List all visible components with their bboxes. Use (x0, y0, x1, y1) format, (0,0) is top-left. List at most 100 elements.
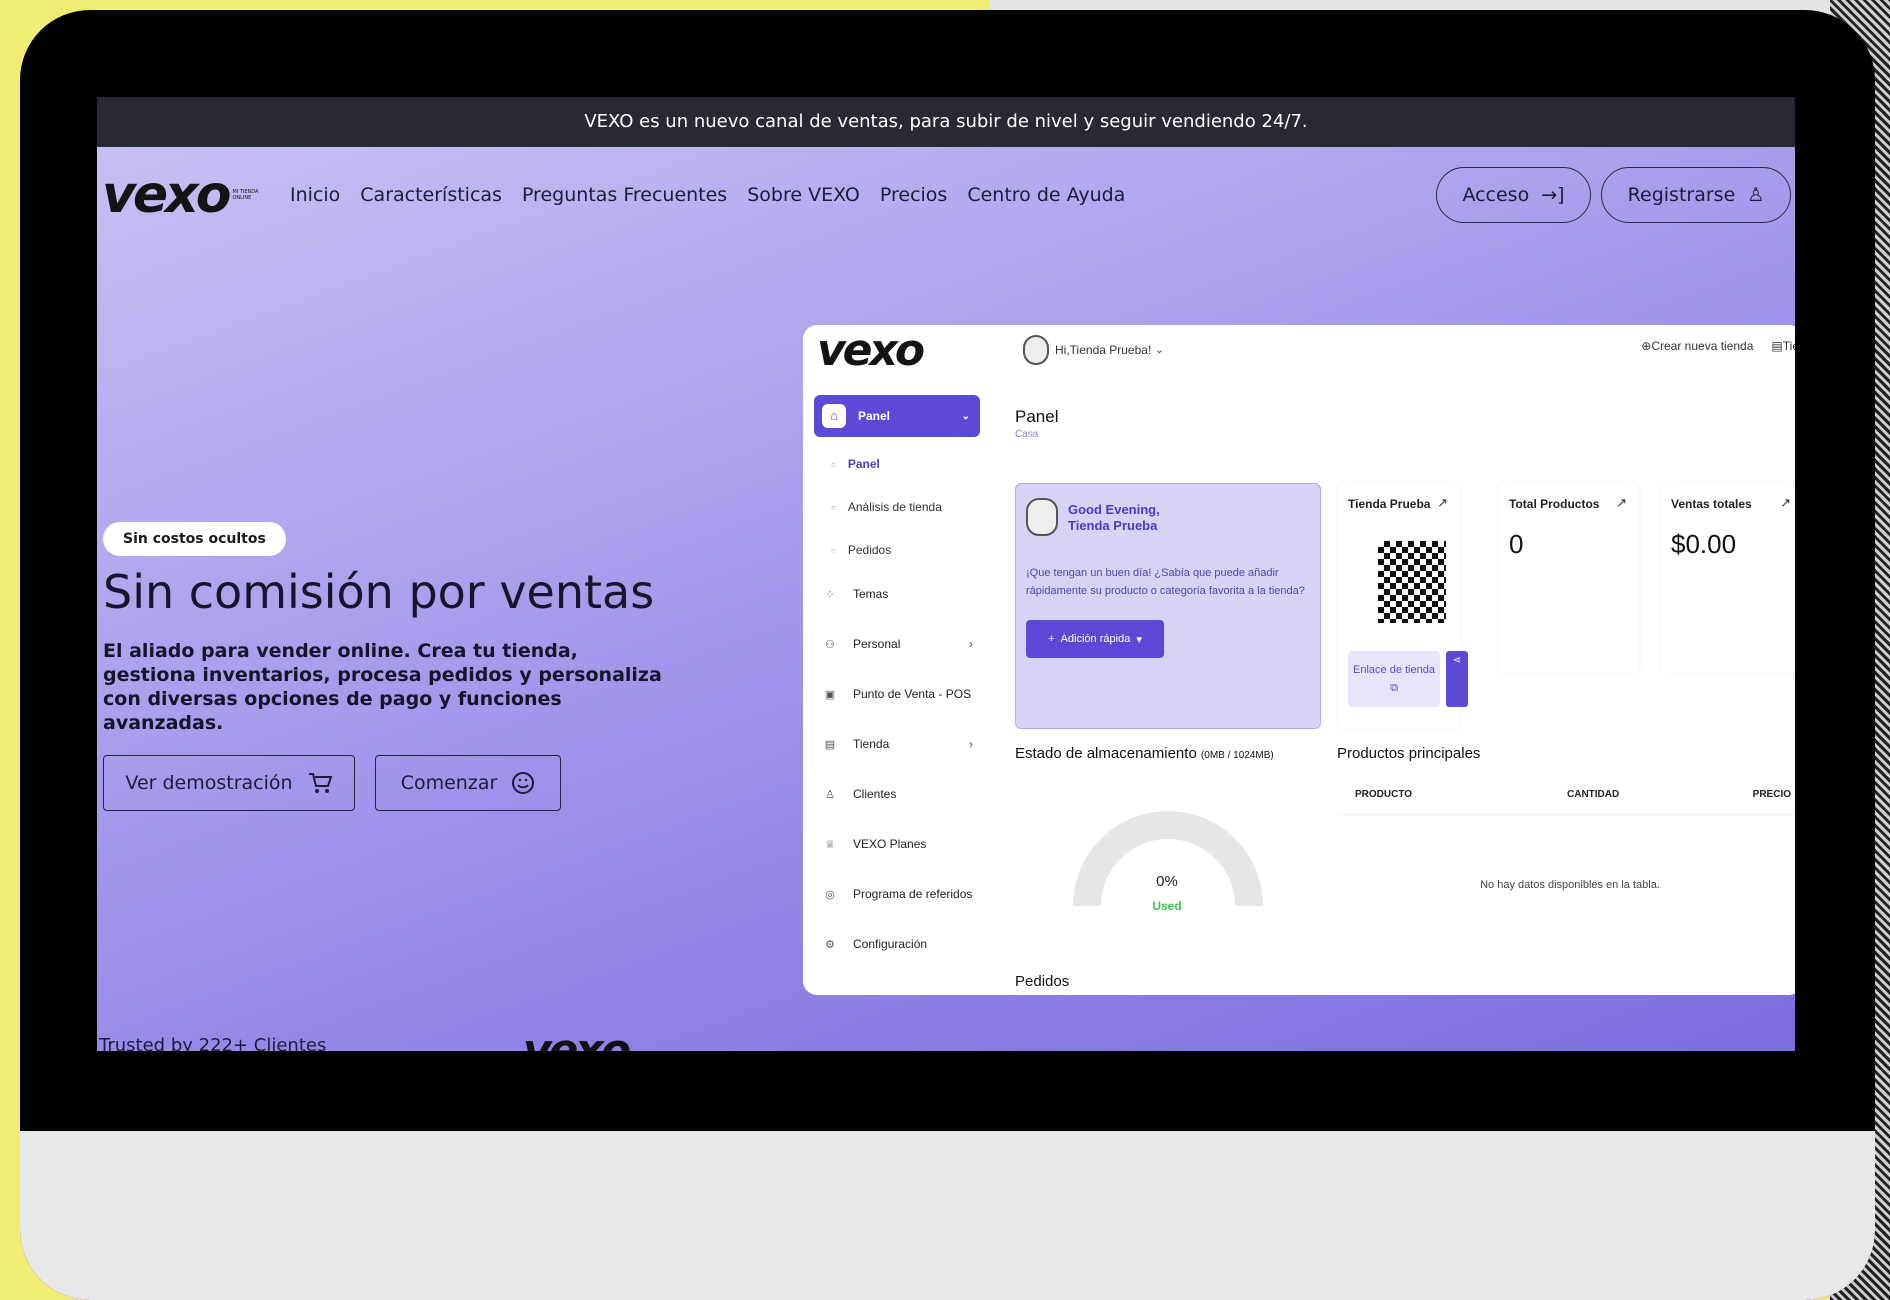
login-button[interactable]: Acceso →] (1436, 167, 1591, 223)
sidebar-item-label: Programa de referidos (853, 887, 973, 901)
trusted-by-text: Trusted by 222+ Clientes (99, 1035, 327, 1051)
nav-link-ayuda[interactable]: Centro de Ayuda (967, 184, 1125, 206)
arrow-up-right-icon[interactable]: ↗ (1616, 495, 1627, 511)
card-title: Tienda Prueba (1348, 497, 1431, 511)
referral-icon: ◎ (825, 888, 835, 901)
dashboard-sidebar: vexo ⌂ Panel ⌄ ○ Panel ○ Análisis de tiend… (803, 325, 983, 995)
hero-buttons: Ver demostración Comenzar (103, 755, 561, 811)
store-link-label: Tier (1782, 339, 1795, 353)
sidebar-item-label: Clientes (853, 787, 897, 801)
sales-card: Ventas totales ↗ $0.00 (1661, 483, 1795, 673)
nav-link-precios[interactable]: Precios (880, 184, 947, 206)
sidebar-item-clientes[interactable]: ♙ Clientes (823, 787, 973, 801)
card-title: Ventas totales (1671, 497, 1752, 511)
sidebar-item-personal[interactable]: ⚇ Personal › (823, 637, 973, 651)
smile-icon (512, 772, 535, 794)
create-store-link[interactable]: ⊕Crear nueva tienda (1641, 339, 1753, 353)
sidebar-sub-pedidos[interactable]: ○ Pedidos (831, 543, 891, 557)
nav-link-sobre[interactable]: Sobre VEXO (747, 184, 860, 206)
register-button[interactable]: Registrarse ♙ (1601, 167, 1791, 223)
sidebar-item-label: VEXO Planes (853, 837, 927, 851)
brand-logo[interactable]: vexo MI TIENDA ONLINE (102, 164, 262, 225)
hero-description: El aliado para vender online. Crea tu ti… (103, 640, 662, 734)
pos-icon: ▣ (824, 688, 836, 701)
storage-used-label: Used (1152, 899, 1182, 913)
dashboard-preview: vexo ⌂ Panel ⌄ ○ Panel ○ Análisis de tiend… (803, 325, 1795, 995)
arrow-up-right-icon[interactable]: ↗ (1780, 495, 1791, 511)
nav-link-caracteristicas[interactable]: Características (360, 184, 502, 206)
user-menu[interactable]: Hi,Tienda Prueba! ⌄ (1023, 335, 1164, 365)
cart-icon (308, 773, 332, 793)
sidebar-item-tienda[interactable]: ▤ Tienda › (823, 737, 973, 751)
footer-logo: vexo (523, 1025, 631, 1051)
welcome-card: Good Evening, Tienda Prueba ¡Que tengan … (1015, 483, 1321, 729)
top-actions: ⊕Crear nueva tienda ▤Tier (1641, 339, 1795, 353)
storage-title-text: Estado de almacenamiento (1015, 745, 1197, 762)
table-empty-message: No hay datos disponibles en la tabla. (1480, 879, 1660, 891)
sales-value: $0.00 (1671, 529, 1737, 559)
sidebar-item-label: Configuración (853, 937, 928, 951)
chevron-down-icon: ⌄ (1155, 344, 1164, 356)
storage-gauge-card: 0% Used (1015, 775, 1319, 959)
monitor-base (20, 1131, 1875, 1300)
chevron-down-icon: ⌄ (961, 410, 970, 422)
announcement-bar: VEXO es un nuevo canal de ventas, para s… (97, 97, 1795, 147)
start-label: Comenzar (400, 772, 498, 794)
logo-text: vexo (102, 164, 231, 225)
sidebar-item-label: Temas (853, 587, 889, 601)
sidebar-sub-label: Análisis de tienda (847, 500, 942, 514)
login-label: Acceso (1462, 184, 1530, 206)
login-icon: →] (1541, 184, 1565, 206)
hero-badge: Sin costos ocultos (103, 522, 286, 556)
plus-circle-icon: ⊕ (1641, 339, 1652, 353)
store-link-label: Enlace de tienda (1353, 664, 1435, 676)
sidebar-sub-analisis[interactable]: ○ Análisis de tienda (831, 500, 942, 514)
sidebar-sub-label: Pedidos (847, 543, 892, 557)
top-products-table: PRODUCTO CANTIDAD PRECIO No hay datos di… (1337, 775, 1795, 959)
copy-icon: ⧉ (1390, 682, 1398, 694)
sidebar-item-planes[interactable]: ♕ VEXO Planes (823, 837, 973, 851)
arrow-up-right-icon[interactable]: ↗ (1437, 495, 1448, 511)
greeting-name: Tienda Prueba (1068, 518, 1158, 533)
column-header: PRODUCTO (1355, 789, 1413, 800)
welcome-message: ¡Que tengan un buen día! ¿Sabía que pued… (1026, 567, 1305, 597)
qr-code (1374, 537, 1450, 627)
caret-down-icon: ▾ (1136, 633, 1142, 646)
products-value: 0 (1509, 529, 1524, 559)
column-header: PRECIO (1752, 789, 1791, 800)
website-screen: VEXO es un nuevo canal de ventas, para s… (97, 97, 1795, 1051)
sidebar-item-referidos[interactable]: ◎ Programa de referidos (823, 887, 973, 901)
create-store-label: Crear nueva tienda (1651, 339, 1754, 353)
gear-icon: ⚙ (825, 938, 835, 951)
start-button[interactable]: Comenzar (375, 755, 561, 811)
top-nav: vexo MI TIENDA ONLINE Inicio Característ… (97, 147, 1795, 242)
breadcrumb[interactable]: Casa (1015, 429, 1038, 440)
user-icon: ♙ (825, 788, 835, 801)
demo-button[interactable]: Ver demostración (103, 755, 355, 811)
greeting-text: Good Evening, (1068, 502, 1160, 517)
nav-link-faq[interactable]: Preguntas Frecuentes (522, 184, 727, 206)
store-card: Tienda Prueba ↗ Enlace de tienda ⧉ ⋖ (1338, 483, 1468, 729)
quick-add-button[interactable]: + Adición rápida ▾ (1026, 620, 1164, 658)
share-button[interactable]: ⋖ (1446, 651, 1468, 707)
trophy-icon: ♕ (825, 838, 835, 851)
sidebar-item-temas[interactable]: ⁘ Temas (823, 587, 973, 601)
nav-links: Inicio Características Preguntas Frecuen… (290, 184, 1125, 206)
sidebar-panel-button[interactable]: ⌂ Panel ⌄ (814, 395, 980, 437)
store-link[interactable]: ▤Tier (1771, 339, 1795, 353)
sidebar-item-configuracion[interactable]: ⚙ Configuración (823, 937, 973, 951)
sidebar-sub-panel[interactable]: ○ Panel (831, 457, 880, 471)
sidebar-item-label: Personal (853, 637, 901, 651)
users-icon: ⚇ (825, 638, 835, 651)
welcome-greeting: Good Evening, Tienda Prueba (1068, 502, 1160, 534)
storage-title: Estado de almacenamiento (0MB / 1024MB) (1015, 745, 1274, 762)
sidebar-sub-label: Panel (847, 457, 880, 471)
hero-title: Sin comisión por ventas (103, 565, 655, 619)
sidebar-item-pos[interactable]: ▣ Punto de Venta - POS (823, 687, 973, 701)
user-add-icon: ♙ (1747, 184, 1765, 206)
grid-icon: ⁘ (825, 588, 835, 601)
nav-link-inicio[interactable]: Inicio (290, 184, 340, 206)
store-link-button[interactable]: Enlace de tienda ⧉ (1348, 651, 1440, 707)
storage-gauge (1073, 811, 1263, 906)
card-title: Total Productos (1509, 497, 1600, 511)
